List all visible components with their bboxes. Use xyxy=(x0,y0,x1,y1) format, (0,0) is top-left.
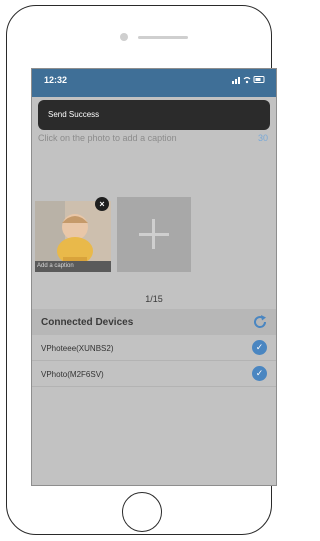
status-bar: 12:32 xyxy=(32,69,276,97)
device-row[interactable]: VPhoteee(XUNBS2) ✓ xyxy=(32,335,276,361)
refresh-icon[interactable] xyxy=(252,314,268,330)
device-name: VPhoteee(XUNBS2) xyxy=(41,344,114,353)
plus-icon-v xyxy=(152,219,155,249)
caption-hint: Click on the photo to add a caption xyxy=(38,133,177,143)
checked-icon[interactable]: ✓ xyxy=(252,340,267,355)
device-row[interactable]: VPhoto(M2F6SV) ✓ xyxy=(32,361,276,387)
send-success-toast: Send Success xyxy=(38,100,270,130)
camera-dot xyxy=(120,33,128,41)
signal-wifi-battery-icon xyxy=(232,76,265,84)
home-button[interactable] xyxy=(122,492,162,532)
devices-header: Connected Devices xyxy=(32,309,276,335)
app-screen: 12:32 Send Success Click on the photo to… xyxy=(31,68,277,486)
remove-photo-icon[interactable]: × xyxy=(95,197,109,211)
checked-icon[interactable]: ✓ xyxy=(252,366,267,381)
photo-caption-input[interactable]: Add a caption xyxy=(35,261,111,272)
devices-title: Connected Devices xyxy=(41,317,134,328)
add-photo-button[interactable] xyxy=(117,197,191,272)
device-name: VPhoto(M2F6SV) xyxy=(41,370,104,379)
page-indicator: 1/15 xyxy=(145,294,163,304)
status-icons xyxy=(232,75,266,86)
caption-char-count: 30 xyxy=(257,133,268,143)
status-time: 12:32 xyxy=(44,75,68,85)
phone-frame: 12:32 Send Success Click on the photo to… xyxy=(6,5,277,535)
speaker-grille xyxy=(138,36,188,39)
